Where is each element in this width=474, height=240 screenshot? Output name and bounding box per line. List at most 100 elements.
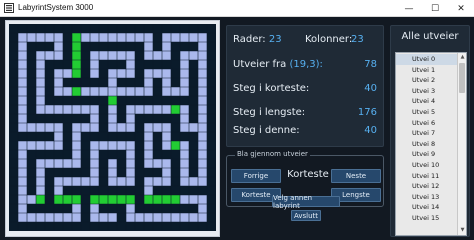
maze-open-cell — [72, 105, 82, 115]
maze-open-cell — [36, 213, 46, 223]
avslutt-button[interactable]: Avslutt — [291, 210, 321, 221]
maze-wall — [63, 78, 73, 88]
maze-open-cell — [180, 114, 190, 124]
maze-open-cell — [198, 177, 208, 187]
maze-wall — [27, 168, 37, 178]
neste-button[interactable]: Neste — [331, 169, 381, 183]
route-list-item[interactable]: Utvei 12 — [396, 181, 458, 192]
maze-path-cell — [162, 195, 172, 205]
maze-open-cell — [54, 177, 64, 187]
maze-wall — [72, 168, 82, 178]
route-list-item[interactable]: Utvei 8 — [396, 139, 458, 150]
maze-open-cell — [198, 105, 208, 115]
maze-open-cell — [189, 123, 199, 133]
maze-open-cell — [180, 78, 190, 88]
maze-wall — [144, 222, 154, 231]
scroll-thumb[interactable] — [459, 63, 465, 93]
maze-open-cell — [36, 87, 46, 97]
maze-wall — [27, 78, 37, 88]
maze-wall — [189, 159, 199, 169]
route-list-item[interactable]: Utvei 5 — [396, 107, 458, 118]
routes-list[interactable]: Utvei 0 Utvei 1 Utvei 2 Utvei 3 Utvei 4 Utvei… — [395, 52, 467, 236]
maze-path-cell — [72, 42, 82, 52]
maximize-button[interactable]: ☐ — [422, 0, 448, 17]
velg-annen-labyrint-button[interactable]: Velg annen labyrint — [272, 194, 340, 210]
maze-wall — [36, 132, 46, 142]
maze-path-cell — [153, 195, 163, 205]
route-list-item[interactable]: Utvei 7 — [396, 128, 458, 139]
maze-wall — [9, 114, 19, 124]
maze-open-cell — [108, 51, 118, 61]
maze-open-cell — [18, 51, 28, 61]
maze-wall — [162, 222, 172, 231]
maze-open-cell — [144, 123, 154, 133]
route-list-item[interactable]: Utvei 11 — [396, 171, 458, 182]
maze-wall — [126, 96, 136, 106]
maze-open-cell — [99, 213, 109, 223]
maze-open-cell — [36, 177, 46, 187]
maze-open-cell — [18, 150, 28, 160]
maze-path-cell — [108, 96, 118, 106]
maze-wall — [90, 132, 100, 142]
maze-open-cell — [180, 141, 190, 151]
maze-wall — [27, 60, 37, 70]
maze-open-cell — [18, 213, 28, 223]
route-list-item[interactable]: Utvei 4 — [396, 96, 458, 107]
maze-open-cell — [27, 123, 37, 133]
maze-wall — [171, 222, 181, 231]
forrige-button[interactable]: Forrige — [231, 169, 281, 183]
maze-open-cell — [162, 51, 172, 61]
maze-wall — [135, 141, 145, 151]
route-list-item[interactable]: Utvei 1 — [396, 65, 458, 76]
maze-open-cell — [117, 141, 127, 151]
scroll-down-icon[interactable]: ▼ — [458, 226, 466, 235]
maze-open-cell — [180, 159, 190, 169]
route-list-item[interactable]: Utvei 10 — [396, 160, 458, 171]
maze-open-cell — [198, 123, 208, 133]
maze-open-cell — [126, 159, 136, 169]
maze-wall — [99, 204, 109, 214]
maze-wall — [162, 186, 172, 196]
route-list-item[interactable]: Utvei 0 — [396, 54, 458, 65]
maze-wall — [207, 195, 216, 205]
route-list-item[interactable]: Utvei 15 — [396, 213, 458, 224]
route-list-item[interactable]: Utvei 3 — [396, 86, 458, 97]
maze-wall — [153, 60, 163, 70]
maze-wall — [180, 222, 190, 231]
maze-open-cell — [162, 159, 172, 169]
maze-wall — [207, 42, 216, 52]
maze-wall — [36, 150, 46, 160]
route-list-item[interactable]: Utvei 14 — [396, 202, 458, 213]
maze-wall — [126, 42, 136, 52]
minimize-button[interactable]: — — [396, 0, 422, 17]
maze-wall — [9, 123, 19, 133]
route-list-item[interactable]: Utvei 6 — [396, 118, 458, 129]
maze-wall — [99, 132, 109, 142]
route-list-item[interactable]: Utvei 2 — [396, 75, 458, 86]
maze-open-cell — [99, 33, 109, 43]
maze-wall — [180, 186, 190, 196]
scroll-up-icon[interactable]: ▲ — [458, 53, 466, 62]
maze-wall — [63, 60, 73, 70]
maze-wall — [9, 105, 19, 115]
maze-wall — [153, 168, 163, 178]
current-route-label: Korteste — [287, 169, 329, 180]
maze-open-cell — [90, 105, 100, 115]
route-list-item[interactable]: Utvei 9 — [396, 149, 458, 160]
close-button[interactable]: ✕ — [448, 0, 474, 17]
maze-wall — [189, 96, 199, 106]
maze-open-cell — [162, 69, 172, 79]
maze-wall — [54, 24, 64, 34]
maze-wall — [63, 51, 73, 61]
routes-scrollbar[interactable]: ▲ ▼ — [457, 53, 466, 235]
maze-wall — [108, 186, 118, 196]
maze-open-cell — [126, 69, 136, 79]
maze-wall — [126, 186, 136, 196]
maze-wall — [144, 204, 154, 214]
route-list-item[interactable]: Utvei 13 — [396, 192, 458, 203]
maze-wall — [162, 114, 172, 124]
maze-open-cell — [27, 213, 37, 223]
maze-wall — [90, 42, 100, 52]
maze-open-cell — [18, 42, 28, 52]
maze-wall — [27, 42, 37, 52]
